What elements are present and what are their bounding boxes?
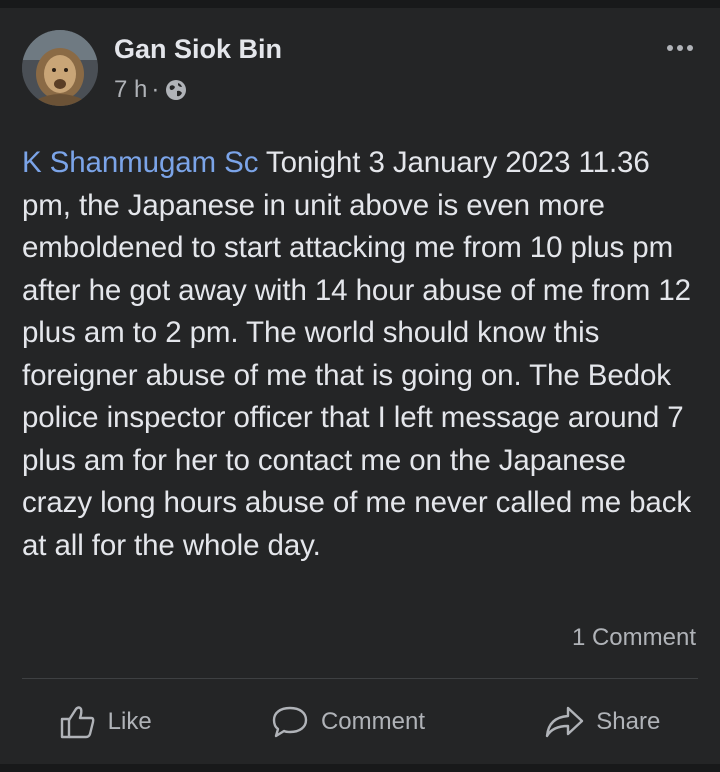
dot: [677, 45, 683, 51]
globe-icon[interactable]: [165, 79, 187, 101]
like-button[interactable]: Like: [46, 699, 166, 745]
comment-button[interactable]: Comment: [257, 699, 439, 745]
lion-avatar-image: [22, 30, 98, 106]
speech-bubble-icon: [272, 706, 308, 738]
author-name[interactable]: Gan Siok Bin: [114, 34, 282, 65]
dot: [687, 45, 693, 51]
comments-count[interactable]: 1 Comment: [572, 624, 696, 652]
meta-separator: ·: [151, 76, 160, 103]
post-card: Gan Siok Bin 7 h · K Shanmugam Sc Tonigh…: [0, 8, 720, 764]
divider: [22, 678, 698, 679]
share-arrow-icon: [546, 706, 584, 738]
post-header: Gan Siok Bin 7 h ·: [22, 30, 698, 120]
like-label: Like: [107, 708, 152, 735]
share-button[interactable]: Share: [530, 699, 674, 745]
dot: [667, 45, 673, 51]
post-time[interactable]: 7 h: [114, 76, 147, 104]
post-text: K Shanmugam Sc Tonight 3 January 2023 11…: [22, 142, 702, 567]
share-label: Share: [596, 708, 661, 735]
comment-label: Comment: [320, 708, 425, 735]
action-bar: Like Comment Share: [0, 698, 720, 746]
thumbs-up-icon: [60, 706, 95, 739]
author-avatar[interactable]: [22, 30, 98, 106]
mention-link[interactable]: K Shanmugam Sc: [22, 146, 258, 179]
more-options-icon[interactable]: [658, 38, 702, 58]
post-meta: 7 h ·: [114, 76, 187, 104]
post-body: Tonight 3 January 2023 11.36 pm, the Jap…: [22, 146, 692, 562]
